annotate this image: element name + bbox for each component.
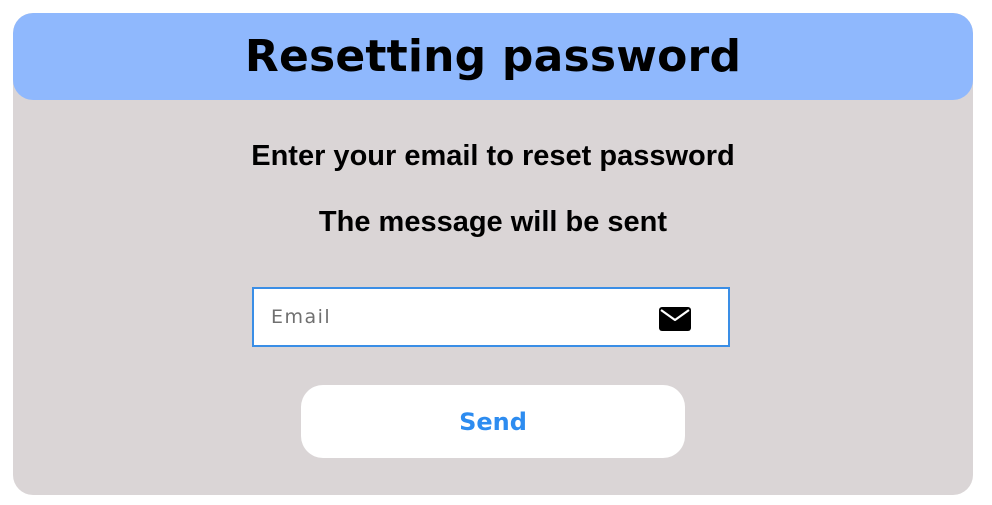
info-text: The message will be sent — [318, 206, 668, 238]
email-input[interactable] — [254, 289, 634, 345]
envelope-icon — [659, 307, 691, 331]
header-bar: Resetting password — [13, 13, 973, 100]
email-field[interactable] — [252, 287, 730, 347]
reset-password-card: Resetting password Enter your email to r… — [13, 13, 973, 495]
page-title: Resetting password — [244, 31, 742, 82]
send-button[interactable]: Send — [301, 385, 685, 458]
instruction-text: Enter your email to reset password — [251, 140, 735, 172]
